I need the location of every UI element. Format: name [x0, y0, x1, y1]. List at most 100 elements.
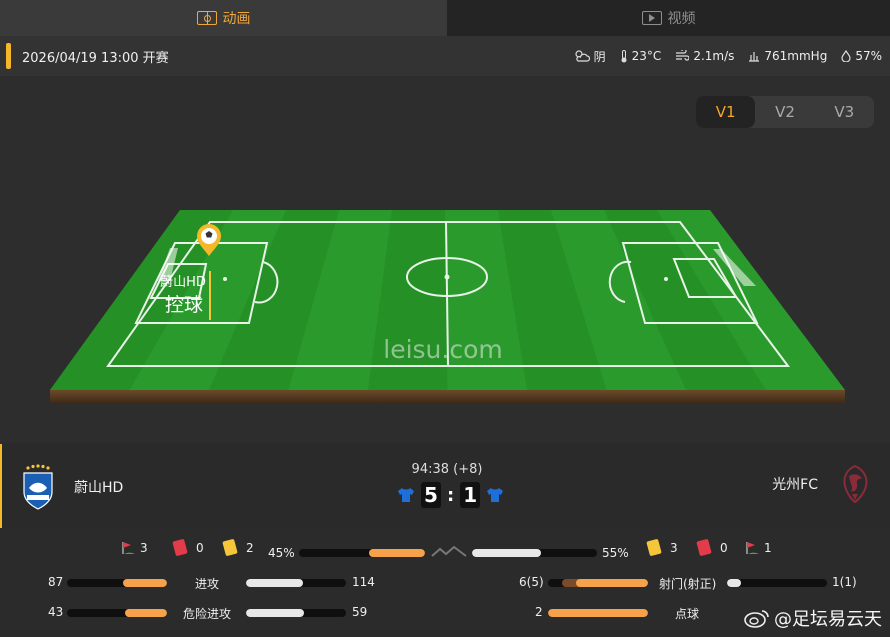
away-team[interactable]: 光州FC: [772, 464, 872, 504]
pressure-text: 761mmHg: [764, 49, 828, 63]
humidity-text: 57%: [855, 49, 882, 63]
score-separator: :: [447, 484, 455, 506]
cloud-sun-icon: [575, 50, 590, 62]
weather-info: 阴 23°C 2.1m/s 761mmHg 57%: [574, 48, 882, 65]
red-card-icon: [696, 538, 712, 557]
match-clock: 94:38 (+8): [411, 462, 483, 477]
dangerous-bar-home: [67, 609, 167, 617]
tv-icon: [641, 11, 662, 25]
shots-away-value: 1(1): [832, 575, 857, 589]
tab-bar: 动画 视频: [0, 0, 890, 36]
possession-fill-away: [472, 549, 541, 557]
away-yellow-cards: 3: [646, 538, 678, 557]
attacks-fill-home: [123, 579, 167, 587]
home-yellow-count: 2: [246, 540, 254, 555]
score-display: 5 : 1: [397, 482, 504, 508]
weather-condition-text: 阴: [593, 49, 606, 64]
thermometer-icon: [621, 49, 627, 62]
wind-icon: [676, 50, 690, 61]
wind: 2.1m/s: [675, 49, 734, 63]
dangerous-label: 危险进攻: [183, 607, 232, 621]
droplet-icon: [841, 50, 851, 62]
temperature: 23°C: [620, 49, 662, 63]
match-info-bar: 2026/04/19 13:00 开赛 阴 23°C 2.1m/s 761mmH…: [0, 36, 890, 76]
home-shirt-icon: [398, 488, 414, 502]
red-card-icon: [172, 538, 188, 557]
attacks-home-value: 87: [48, 575, 64, 589]
away-score: 1: [460, 482, 481, 508]
shots-label: 射门(射正): [659, 577, 717, 591]
dangerous-fill-home: [125, 609, 167, 617]
penalties-fill-home: [548, 609, 648, 617]
home-possession: 45%: [268, 546, 295, 560]
home-corners: 3: [120, 540, 148, 556]
tab-animation[interactable]: 动画: [0, 0, 447, 36]
away-red-cards: 0: [696, 538, 728, 557]
tab-video[interactable]: 视频: [447, 0, 890, 36]
view-v3-button[interactable]: V3: [815, 96, 874, 128]
ball-team-label: 蔚山HD: [160, 275, 206, 290]
yellow-card-icon: [222, 538, 238, 557]
dangerous-away-value: 59: [352, 605, 368, 619]
away-yellow-count: 3: [670, 540, 678, 555]
away-team-name: 光州FC: [772, 477, 818, 493]
away-corners: 1: [744, 540, 772, 556]
social-watermark-text: @足坛易云天: [774, 609, 882, 630]
possession-icon: [431, 545, 467, 557]
kickoff-time: 2026/04/19 13:00 开赛: [22, 50, 169, 66]
scoreboard: 蔚山HD 94:38 (+8) 5 : 1 光州FC: [0, 444, 890, 528]
watermark-leisu: leisu.com: [383, 335, 502, 364]
ball-status-label: 控球: [165, 294, 203, 316]
corner-flag-icon: [122, 542, 135, 554]
home-red-count: 0: [196, 540, 204, 555]
dangerous-home-value: 43: [48, 605, 64, 619]
away-red-count: 0: [720, 540, 728, 555]
weibo-icon: [744, 610, 769, 628]
gwangju-crest-icon: [843, 464, 868, 504]
away-shirt-icon: [487, 488, 504, 502]
match-stats: 3 0 2 45% 55% 3 0 1 87 进攻 114 6(5) 射门(射正: [0, 528, 890, 637]
penalties-bar-home: [548, 609, 648, 617]
pitch-animation-area: leisu.com 蔚山HD 控球 V1 V2 V3: [0, 76, 890, 442]
attacks-label: 进攻: [195, 577, 220, 591]
view-v1-button[interactable]: V1: [696, 96, 756, 128]
attacks-away-value: 114: [352, 575, 375, 589]
attacks-bar-away: [246, 579, 346, 587]
possession-bar-away: [472, 549, 597, 557]
wind-text: 2.1m/s: [693, 49, 735, 63]
home-yellow-cards: 2: [222, 538, 254, 557]
view-switcher: V1 V2 V3: [696, 96, 874, 128]
penalties-label: 点球: [675, 607, 700, 621]
yellow-card-icon: [646, 538, 662, 557]
away-possession: 55%: [602, 546, 629, 560]
penalties-home-value: 2: [535, 605, 543, 619]
attacks-fill-away: [246, 579, 303, 587]
pitch-soil-edge: [50, 390, 845, 403]
dangerous-bar-away: [246, 609, 346, 617]
possession-fill-home: [369, 549, 425, 557]
shots-bar-home: [548, 579, 648, 587]
penalty-spot-left: [223, 277, 227, 281]
tab-animation-label: 动画: [222, 11, 251, 27]
pressure-icon: [749, 52, 760, 62]
home-corners-count: 3: [140, 541, 148, 555]
dangerous-fill-away: [246, 609, 304, 617]
pitch-icon: [196, 11, 217, 25]
shots-home-value: 6(5): [519, 575, 544, 589]
view-v2-button[interactable]: V2: [755, 96, 814, 128]
away-corners-count: 1: [764, 541, 772, 555]
social-watermark: @足坛易云天: [744, 605, 882, 631]
center-spot: [444, 274, 450, 280]
tab-video-label: 视频: [667, 11, 696, 27]
accent-marker: [6, 43, 11, 69]
home-team-name: 蔚山HD: [74, 480, 124, 496]
temperature-text: 23°C: [631, 49, 662, 63]
pressure: 761mmHg: [748, 49, 827, 63]
attacks-bar-home: [67, 579, 167, 587]
shots-fill-away: [727, 579, 741, 587]
possession-bar-home: [299, 549, 425, 557]
home-red-cards: 0: [172, 538, 204, 557]
humidity: 57%: [841, 49, 882, 63]
pitch-graphic: leisu.com 蔚山HD 控球: [50, 210, 845, 403]
penalty-spot-right: [664, 277, 668, 281]
